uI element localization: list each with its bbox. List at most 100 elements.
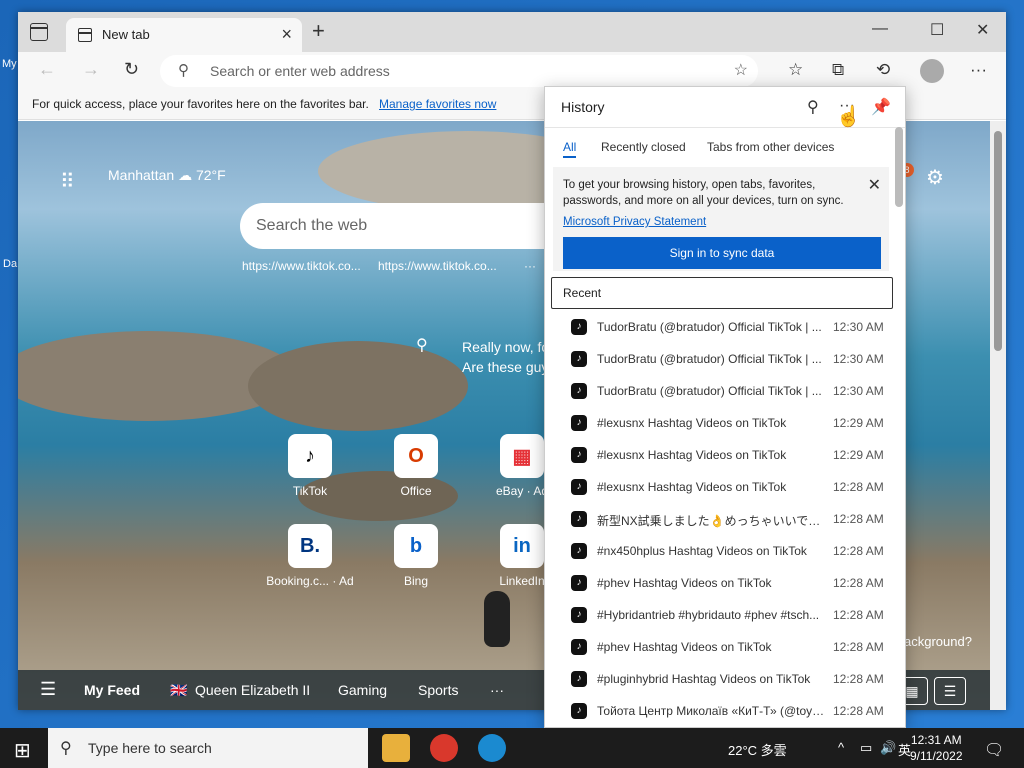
tab-all[interactable]: All	[563, 140, 577, 158]
favorites-bar-hint: For quick access, place your favorites h…	[32, 97, 369, 111]
history-item[interactable]: ♪ #lexusnx Hashtag Videos on TikTok 12:28 …	[565, 471, 885, 503]
history-item[interactable]: ♪ #phev Hashtag Videos on TikTok 12:28 AM	[565, 631, 885, 663]
site-logo-icon: b	[394, 524, 438, 568]
scroll-thumb[interactable]	[994, 131, 1002, 351]
desktop-icon-label[interactable]: Da	[3, 258, 17, 270]
top-site-tile[interactable]: O Office	[366, 434, 466, 498]
history-item-time: 12:29 AM	[833, 416, 884, 430]
close-window-icon[interactable]: ✕	[976, 20, 989, 40]
privacy-link[interactable]: Microsoft Privacy Statement	[563, 216, 706, 228]
maximize-icon[interactable]: ☐	[930, 20, 944, 40]
tiktok-icon: ♪	[571, 479, 587, 495]
file-explorer-icon[interactable]	[382, 734, 410, 762]
feed-menu-icon[interactable]: ☰	[40, 679, 56, 700]
feed-tab-my-feed[interactable]: My Feed	[84, 682, 140, 698]
windows-start-icon[interactable]: ⊞	[14, 738, 31, 763]
history-item-time: 12:28 AM	[833, 608, 884, 622]
history-item-time: 12:29 AM	[833, 448, 884, 462]
hero-caption[interactable]: Really now, fo Are these guy	[462, 337, 549, 377]
chrome-icon[interactable]	[430, 734, 458, 762]
pin-icon[interactable]: 📌	[871, 97, 891, 117]
profile-avatar[interactable]	[920, 59, 944, 83]
history-item[interactable]: ♪ #lexusnx Hashtag Videos on TikTok 12:29 …	[565, 439, 885, 471]
sign-in-sync-button[interactable]: Sign in to sync data	[563, 237, 881, 269]
feed-tab-queen[interactable]: Queen Elizabeth II	[195, 682, 310, 698]
page-scrollbar[interactable]	[990, 121, 1006, 710]
history-item[interactable]: ♪ #Hybridantrieb #hybridauto #phev #tsch.…	[565, 599, 885, 631]
top-site-tile[interactable]: b Bing	[366, 524, 466, 588]
tiktok-icon: ♪	[571, 415, 587, 431]
favorites-icon[interactable]: ☆	[788, 60, 803, 80]
image-info-icon[interactable]: ⚲	[416, 335, 428, 355]
history-item-title: TudorBratu (@bratudor) Official TikTok |…	[597, 320, 822, 334]
settings-gear-icon[interactable]: ⚙	[926, 165, 944, 190]
quick-link[interactable]: https://www.tiktok.co...	[242, 259, 361, 273]
clock-date: 9/11/2022	[910, 749, 963, 763]
weather-tray[interactable]: 22°C 多雲	[728, 740, 787, 759]
tab-other-devices[interactable]: Tabs from other devices	[707, 140, 834, 154]
history-item-title: #lexusnx Hashtag Videos on TikTok	[597, 416, 787, 430]
volume-icon[interactable]: 🔊	[880, 740, 896, 756]
minimize-icon[interactable]: —	[872, 20, 888, 38]
history-icon[interactable]: ⟲	[876, 60, 890, 80]
history-item[interactable]: ♪ #phev Hashtag Videos on TikTok 12:28 AM	[565, 567, 885, 599]
clock-time: 12:31 AM	[910, 733, 962, 747]
weather-widget[interactable]: Manhattan ☁ 72°F	[108, 167, 226, 184]
collections-icon[interactable]: ⧉	[832, 60, 844, 80]
history-item[interactable]: ♪ TudorBratu (@bratudor) Official TikTok …	[565, 343, 885, 375]
more-menu-icon[interactable]: ···	[970, 60, 987, 80]
search-history-icon[interactable]: ⚲	[807, 97, 819, 117]
sync-notice: To get your browsing history, open tabs,…	[553, 167, 889, 271]
clock[interactable]: 12:31 AM 9/11/2022	[910, 732, 963, 764]
history-item-time: 12:28 AM	[833, 480, 884, 494]
history-item[interactable]: ♪ 新型NX試乗しました👌めっちゃいいです... 12:28 AM	[565, 503, 885, 535]
recent-header[interactable]: Recent	[551, 277, 893, 309]
history-item-title: #lexusnx Hashtag Videos on TikTok	[597, 480, 787, 494]
history-item[interactable]: ♪ #pluginhybrid Hashtag Videos on TikTok 1…	[565, 663, 885, 695]
history-item[interactable]: ♪ TudorBratu (@bratudor) Official TikTok …	[565, 311, 885, 343]
history-item-title: #phev Hashtag Videos on TikTok	[597, 576, 772, 590]
list-view-icon[interactable]: ☰	[934, 677, 966, 705]
history-item-time: 12:30 AM	[833, 320, 884, 334]
top-site-tile[interactable]: ♪ TikTok	[260, 434, 360, 498]
notifications-icon[interactable]: 🗨	[984, 740, 1004, 760]
weather-temp: 72°F	[195, 167, 226, 183]
refresh-icon[interactable]: ↻	[124, 59, 139, 80]
edge-icon[interactable]	[478, 734, 506, 762]
feed-tab-gaming[interactable]: Gaming	[338, 682, 387, 698]
quick-links-more-icon[interactable]: ···	[524, 259, 536, 273]
close-tab-icon[interactable]: ×	[281, 24, 292, 45]
tab-actions-icon[interactable]	[30, 23, 48, 41]
taskbar: ⊞ ⚲ Type here to search 22°C 多雲 ^ ▭ 🔊 英 …	[0, 728, 1024, 768]
new-tab-button[interactable]: +	[312, 18, 325, 44]
history-item[interactable]: ♪ Тойота Центр Миколаїв «КиТ-Т» (@toyo...…	[565, 695, 885, 727]
web-search-input[interactable]: Search the web	[240, 203, 560, 249]
address-bar[interactable]: ⚲ Search or enter web address ☆	[160, 55, 758, 87]
forward-icon[interactable]: →	[82, 59, 100, 80]
history-item-time: 12:28 AM	[833, 640, 884, 654]
network-icon[interactable]: ▭	[860, 740, 872, 756]
add-favorite-icon[interactable]: ☆	[734, 60, 748, 80]
manage-favorites-link[interactable]: Manage favorites now	[379, 97, 496, 111]
history-item[interactable]: ♪ #lexusnx Hashtag Videos on TikTok 12:29 …	[565, 407, 885, 439]
taskbar-search[interactable]: ⚲ Type here to search	[48, 728, 368, 768]
history-scrollbar[interactable]	[895, 127, 903, 207]
back-icon[interactable]: ←	[38, 59, 56, 80]
tab-recently-closed[interactable]: Recently closed	[601, 140, 686, 154]
feed-tab-sports[interactable]: Sports	[418, 682, 458, 698]
history-item[interactable]: ♪ #nx450hplus Hashtag Videos on TikTok 12:…	[565, 535, 885, 567]
tile-label: Booking.c... · Ad	[266, 574, 354, 588]
web-search-placeholder: Search the web	[256, 217, 368, 234]
history-item-time: 12:30 AM	[833, 352, 884, 366]
tray-chevron-icon[interactable]: ^	[838, 740, 844, 755]
feed-more-icon[interactable]: ···	[490, 682, 504, 698]
history-item[interactable]: ♪ TudorBratu (@bratudor) Official TikTok …	[565, 375, 885, 407]
close-icon[interactable]: ✕	[868, 175, 881, 195]
desktop-icon-label[interactable]: My	[2, 58, 17, 70]
tiktok-icon: ♪	[571, 607, 587, 623]
top-site-tile[interactable]: B. Booking.c... · Ad	[260, 524, 360, 588]
tab-new-tab[interactable]: New tab ×	[66, 18, 302, 52]
background-question[interactable]: ackground?	[904, 634, 972, 649]
quick-link[interactable]: https://www.tiktok.co...	[378, 259, 497, 273]
apps-grid-icon[interactable]: ⠿	[60, 169, 75, 194]
